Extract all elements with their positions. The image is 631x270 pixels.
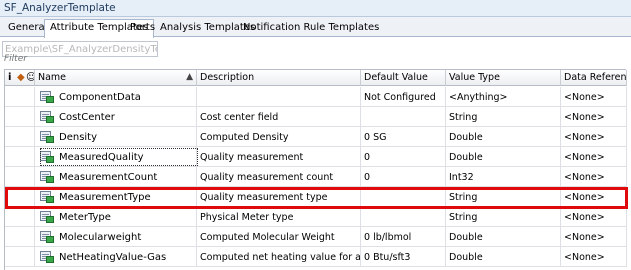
column-header-description[interactable]: Description <box>197 70 361 86</box>
row-indicator-cell <box>5 107 35 127</box>
tab-strip: General Attribute Templates Ports Analys… <box>0 17 631 38</box>
attribute-templates-grid: i ◆ ☺ Name ▲ Description Default Value V… <box>4 69 627 270</box>
value-type-cell[interactable]: Int32 <box>446 167 561 187</box>
value-type-cell[interactable]: Double <box>446 127 561 147</box>
data-reference-cell[interactable]: <None> <box>561 87 627 107</box>
data-reference-cell[interactable]: <None> <box>561 147 627 167</box>
table-row[interactable]: MeasurementCount Quality measurement coun… <box>5 167 627 187</box>
column-header-name[interactable]: Name ▲ <box>35 70 197 86</box>
table-row[interactable]: ComponentData Not Configured <Anything> <No… <box>5 87 627 107</box>
attribute-template-icon <box>40 111 54 123</box>
table-row[interactable]: NetHeatingValue-Gas Computed net heating … <box>5 247 627 267</box>
row-indicator-cell <box>5 127 35 147</box>
filter-input[interactable] <box>4 53 626 65</box>
value-type-cell[interactable]: Double <box>446 247 561 267</box>
description-cell[interactable]: Quality measurement <box>197 147 361 167</box>
description-cell[interactable]: Quality measurement count <box>197 167 361 187</box>
window-title-bar: SF_AnalyzerTemplate <box>0 0 631 17</box>
column-header-value-type[interactable]: Value Type <box>446 70 561 86</box>
attribute-name[interactable]: MeasurementCount <box>59 172 157 183</box>
table-row[interactable]: Molecularweight Computed Molecular Weight… <box>5 227 627 247</box>
attribute-name[interactable]: Density <box>59 132 97 143</box>
category-header-icon[interactable]: ◆ <box>17 72 25 83</box>
icon-header-group: i ◆ ☺ <box>5 70 35 86</box>
attribute-template-icon <box>40 231 54 243</box>
default-value-cell[interactable]: 0 <box>361 167 446 187</box>
column-header-data-reference[interactable]: Data Reference <box>561 70 627 86</box>
default-value-cell[interactable]: 0 SG <box>361 127 446 147</box>
table-row[interactable]: MeasuredQuality Quality measurement 0 Doubl… <box>5 147 627 167</box>
default-value-cell[interactable]: 0 Btu/sft3 <box>361 247 446 267</box>
data-reference-cell[interactable]: <None> <box>561 247 627 267</box>
description-cell[interactable]: Cost center field <box>197 107 361 127</box>
attribute-template-icon <box>40 171 54 183</box>
reference-header-icon[interactable]: ☺ <box>26 72 34 83</box>
row-indicator-cell <box>5 167 35 187</box>
attribute-name[interactable]: NetHeatingValue-Gas <box>59 252 166 263</box>
attribute-template-icon <box>40 211 54 223</box>
value-type-cell[interactable]: Double <box>446 147 561 167</box>
description-cell[interactable] <box>197 87 361 107</box>
filter-box[interactable] <box>4 53 626 65</box>
description-cell[interactable]: Computed Density <box>197 127 361 147</box>
highlight-box <box>5 187 628 209</box>
value-type-cell[interactable]: <Anything> <box>446 87 561 107</box>
row-indicator-cell <box>5 147 35 167</box>
table-row[interactable]: Density Computed Density 0 SG Double <None> <box>5 127 627 147</box>
default-value-cell[interactable] <box>361 207 446 227</box>
sort-ascending-icon: ▲ <box>186 72 193 82</box>
attribute-template-icon <box>40 91 54 103</box>
description-cell[interactable]: Physical Meter type <box>197 207 361 227</box>
data-reference-cell[interactable]: <None> <box>561 207 627 227</box>
value-type-cell[interactable]: String <box>446 107 561 127</box>
row-indicator-cell <box>5 87 35 107</box>
row-indicator-cell <box>5 247 35 267</box>
attribute-name[interactable]: Molecularweight <box>59 232 141 243</box>
focus-rectangle <box>40 148 198 166</box>
data-reference-cell[interactable]: <None> <box>561 127 627 147</box>
attribute-template-icon <box>40 131 54 143</box>
value-type-cell[interactable]: Double <box>446 227 561 247</box>
attribute-name[interactable]: MeterType <box>59 212 111 223</box>
attribute-name[interactable]: CostCenter <box>59 112 115 123</box>
data-reference-cell[interactable]: <None> <box>561 227 627 247</box>
value-type-cell[interactable]: String <box>446 207 561 227</box>
description-cell[interactable]: Computed net heating value for a gas <box>197 247 361 267</box>
description-cell[interactable]: Computed Molecular Weight <box>197 227 361 247</box>
attribute-template-icon <box>40 251 54 263</box>
default-value-cell[interactable]: 0 lb/lbmol <box>361 227 446 247</box>
tab-notification-rule-templates[interactable]: Notification Rule Templates <box>237 19 385 37</box>
table-row[interactable]: MeterType Physical Meter type String <None> <box>5 207 627 227</box>
default-value-cell[interactable]: 0 <box>361 147 446 167</box>
data-reference-cell[interactable]: <None> <box>561 167 627 187</box>
row-indicator-cell <box>5 207 35 227</box>
table-row[interactable]: CostCenter Cost center field String <None> <box>5 107 627 127</box>
info-header-icon[interactable]: i <box>8 72 11 83</box>
column-header-default-value[interactable]: Default Value <box>361 70 446 86</box>
window-title: SF_AnalyzerTemplate <box>4 2 116 14</box>
row-indicator-cell <box>5 227 35 247</box>
attribute-name[interactable]: ComponentData <box>59 92 141 103</box>
default-value-cell[interactable]: Not Configured <box>361 87 446 107</box>
data-reference-cell[interactable]: <None> <box>561 107 627 127</box>
column-header-name-label: Name <box>38 72 67 83</box>
default-value-cell[interactable] <box>361 107 446 127</box>
